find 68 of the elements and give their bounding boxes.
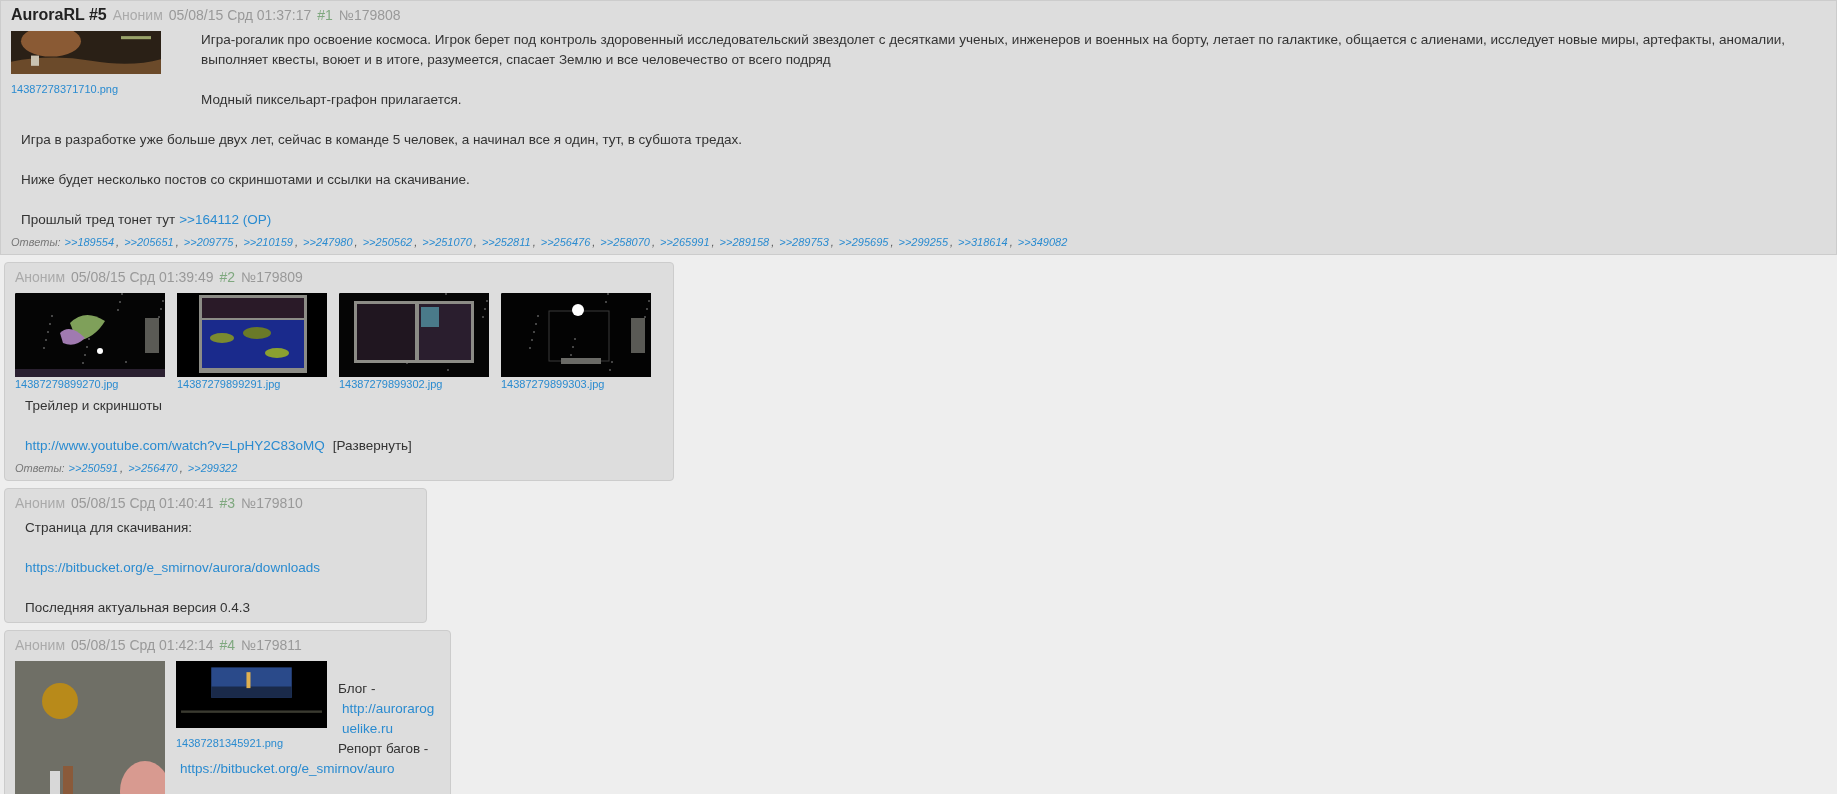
reply-separator: , — [830, 235, 834, 250]
post-text: Игра-рогалик про освоение космоса. Игрок берет под контроль здоровенный исследовательский звездолет с десятками ученых, инженеров и военных на борту, летает по галактике, общается с алиенами, исследует новые миры, артефакты, аномалии, выполняет квесты, воюет и в итоге, разумеется, спасает Землю и все человечество от всего подряд — [201, 32, 1786, 67]
reply-link[interactable]: >>289753 — [779, 234, 831, 250]
post-index: #3 — [219, 494, 236, 513]
post-index: #1 — [317, 6, 333, 25]
post-text: Модный пиксельарт-графон прилагается. — [201, 92, 462, 107]
post-number[interactable]: №179808 — [338, 4, 401, 26]
image-filename[interactable]: 14387279899270.jpg — [15, 377, 165, 392]
post-date: 05/08/15 Срд 01:40:41 — [71, 494, 214, 513]
reply-separator: , — [120, 461, 124, 476]
reply-separator: , — [354, 235, 358, 250]
image-filename[interactable]: 14387279899291.jpg — [177, 377, 327, 392]
reply-link[interactable]: >>265991 — [659, 234, 712, 250]
reply-separator: , — [532, 235, 536, 250]
reply-link[interactable]: >>247980 — [303, 234, 355, 250]
reply-separator: , — [473, 235, 477, 250]
reply-link[interactable]: >>318614 — [958, 234, 1010, 250]
post-date: 05/08/15 Срд 01:37:17 — [168, 6, 312, 25]
post-text: Блог - — [338, 681, 376, 696]
post-date: 05/08/15 Срд 01:42:14 — [71, 636, 214, 655]
reply-separator: , — [116, 235, 120, 250]
reply-link[interactable]: >>251070 — [422, 234, 474, 250]
reply-link[interactable]: >>205651 — [124, 234, 176, 250]
post-link[interactable]: >>164112 (OP) — [179, 210, 272, 230]
reply-link[interactable]: >>299322 — [187, 460, 240, 476]
reply-separator: , — [179, 461, 183, 476]
post-text: Страница для скачивания: — [25, 520, 193, 535]
expand-link[interactable]: [Развернуть] — [332, 436, 412, 456]
post-text: Трейлер и скриншоты — [25, 398, 163, 413]
post-number[interactable]: №179809 — [241, 266, 303, 288]
post-text: Игра в разработке уже больше двух лет, сейчас в команде 5 человек, а начинал все я один, тут, в субшота тредах. — [21, 132, 743, 147]
thread-subject: AuroraRL #5 — [11, 5, 107, 25]
post-number[interactable]: №179811 — [241, 634, 302, 656]
post-text: Репорт багов - — [338, 741, 429, 756]
post-text: Ниже будет несколько постов со скриншотами и ссылки на скачивание. — [21, 172, 470, 187]
reply-separator: , — [294, 235, 299, 250]
reply-separator: , — [175, 235, 179, 250]
reply-separator: , — [890, 235, 894, 250]
image-filename[interactable]: 14387281345921.png — [176, 736, 327, 751]
reply-link[interactable]: >>258070 — [600, 234, 652, 250]
reply-separator: , — [651, 235, 655, 250]
post-link[interactable]: http://www.youtube.com/watch?v=LpHY2C83oMQ — [25, 436, 325, 456]
replies-label: Ответы: — [11, 235, 61, 250]
image-filename[interactable]: 14387279899302.jpg — [339, 377, 489, 392]
post-date: 05/08/15 Срд 01:39:49 — [71, 268, 214, 287]
replies-label: Ответы: — [15, 461, 65, 476]
reply-separator: , — [771, 235, 775, 250]
reply-separator: , — [950, 235, 954, 250]
reply-separator: , — [235, 235, 239, 250]
reply-separator: , — [414, 235, 418, 250]
post-link[interactable]: http://auroraroguelike.ru — [342, 699, 438, 739]
post-number[interactable]: №179810 — [241, 492, 303, 514]
reply-link[interactable]: >>295695 — [838, 234, 891, 250]
reply-link[interactable]: >>210159 — [243, 234, 295, 250]
reply-separator: , — [711, 235, 715, 250]
post-link[interactable]: https://bitbucket.org/e_smirnov/auro — [180, 759, 395, 779]
post-link[interactable]: https://bitbucket.org/e_smirnov/aurora/downloads — [25, 558, 320, 578]
post-text: Прошлый тред тонет тут — [21, 212, 176, 227]
reply-link[interactable]: >>256470 — [128, 460, 180, 476]
image-filename[interactable]: 14387278371710.png — [11, 82, 161, 97]
post-index: #2 — [219, 268, 236, 287]
reply-separator: , — [592, 235, 596, 250]
post-index: #4 — [219, 636, 236, 655]
reply-separator: , — [1009, 235, 1013, 250]
reply-link[interactable]: >>252811 — [481, 234, 533, 250]
reply-link[interactable]: >>349082 — [1017, 234, 1070, 250]
post-text: Последняя актуальная версия 0.4.3 — [25, 600, 251, 615]
image-filename[interactable]: 14387279899303.jpg — [501, 377, 651, 392]
